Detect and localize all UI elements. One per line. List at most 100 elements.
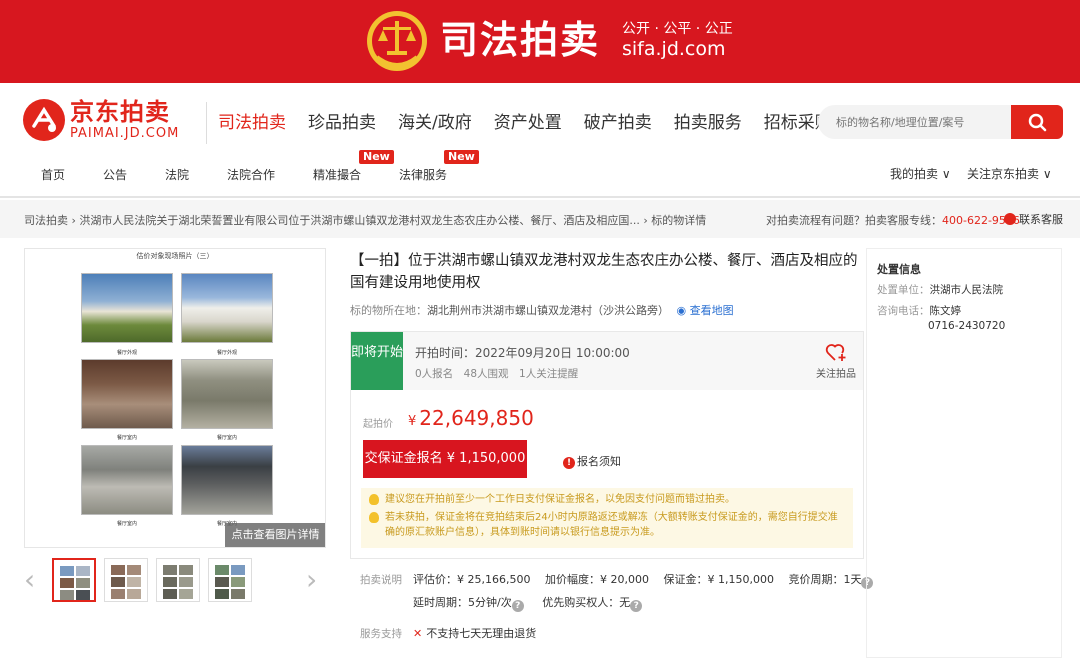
view-image-details-button[interactable]: 点击查看图片详情 <box>225 523 325 547</box>
disposal-unit-row: 处置单位：洪湖市人民法院 <box>877 282 1003 297</box>
disposal-info-title: 处置信息 <box>877 263 921 276</box>
evaluation-price: 评估价：¥ 25,166,500 <box>413 573 531 586</box>
nav-bankruptcy-auction[interactable]: 破产拍卖 <box>584 110 652 136</box>
warning-icon: ! <box>563 457 575 469</box>
thumbnail[interactable] <box>208 558 252 602</box>
help-icon[interactable]: ? <box>630 600 643 612</box>
item-location: 标的物所在地：湖北荆州市洪湖市螺山镇双龙港村（沙洪公路旁） ◉ 查看地图 <box>350 302 734 318</box>
bidding-cycle: 竞价周期：1天 <box>788 573 862 586</box>
my-auction-dropdown[interactable]: 我的拍卖 ∨ <box>890 165 951 182</box>
search-input[interactable] <box>818 105 1013 139</box>
hotline-info: 对拍卖流程有问题？拍卖客服专线：400-622-9586 <box>766 212 1020 228</box>
auction-details-label: 拍卖说明 <box>360 574 402 586</box>
deposit-amount: 保证金：¥ 1,150,000 <box>663 573 774 586</box>
phone-number-row: 0716-2430720 <box>928 320 1005 332</box>
phone-number: 0716-2430720 <box>928 320 1006 332</box>
site-photo <box>181 359 273 429</box>
thumbnail[interactable] <box>156 558 200 602</box>
status-badge: 即将开始 <box>351 332 403 390</box>
breadcrumb[interactable]: 司法拍卖 › 洪湖市人民法院关于湖北荣誓置业有限公司位于洪湖市螺山镇双龙港村双龙… <box>24 212 706 228</box>
phone-label: 咨询电话： <box>877 305 930 317</box>
site-photo <box>181 273 273 343</box>
bid-increment: 加价幅度：¥ 20,000 <box>544 573 649 586</box>
nav-customs-government[interactable]: 海关/政府 <box>398 110 472 136</box>
item-image-viewer[interactable]: 估价对象现场照片（三） 餐厅外观 餐厅外观 餐厅室内 餐厅室内 餐厅室内 餐厅室… <box>24 248 326 548</box>
map-pin-icon: ◉ <box>676 304 687 317</box>
cross-icon: ✕ <box>413 627 423 640</box>
lightbulb-icon <box>369 512 379 523</box>
photo-label: 餐厅室内 <box>216 435 237 441</box>
court-emblem-icon <box>367 11 427 71</box>
jd-auction-logo[interactable]: 京东拍卖 PAIMAI.JD.COM <box>22 98 202 146</box>
breadcrumb-bar: 司法拍卖 › 洪湖市人民法院关于湖北荣誓置业有限公司位于洪湖市螺山镇双龙港村双龙… <box>0 200 1080 238</box>
new-badge: New <box>359 150 394 164</box>
auction-stats: 0人报名 48人围观 1人关注提醒 <box>415 368 579 380</box>
site-photo <box>81 359 173 429</box>
view-map-label: 查看地图 <box>689 304 734 317</box>
start-time: 开拍时间：2022年09月20日 10:00:00 <box>415 346 630 360</box>
nav-treasure-auction[interactable]: 珍品拍卖 <box>308 110 376 136</box>
tips-box: 建议您在开拍前至少一个工作日支付保证金报名，以免因支付问题而错过拍卖。 若未获拍… <box>361 488 853 548</box>
auction-header <box>351 332 863 390</box>
starting-price-label: 起拍价 <box>363 419 393 430</box>
court-auction-banner: 司法拍卖 公开 · 公平 · 公正 sifa.jd.com <box>0 0 1080 83</box>
sub-nav: 首页 公告 法院 法院合作 精准撮合 New 法律服务 New 我的拍卖 ∨ 关… <box>0 150 1080 198</box>
contact-service-link[interactable]: 联系客服 <box>1004 211 1063 227</box>
follow-item-label: 关注拍品 <box>816 369 856 380</box>
lightbulb-icon <box>369 494 379 505</box>
follow-jd-auction-dropdown[interactable]: 关注京东拍卖 ∨ <box>967 165 1052 182</box>
location-value: 湖北荆州市洪湖市螺山镇双龙港村（沙洪公路旁） <box>427 304 669 317</box>
subnav-home[interactable]: 首页 <box>41 167 65 183</box>
logo-text-en: PAIMAI.JD.COM <box>70 126 180 141</box>
thumbnail-strip: ‹ › <box>24 556 326 608</box>
search-button[interactable] <box>1011 105 1063 139</box>
priority-buyer: 优先购买权人：无 <box>542 596 631 609</box>
jd-auction-logo-icon <box>23 99 65 141</box>
pay-deposit-register-button[interactable]: 交保证金报名 ¥ 1,150,000 <box>363 440 527 478</box>
service-support-label: 服务支持 <box>360 628 402 640</box>
view-map-link[interactable]: ◉ 查看地图 <box>677 304 734 317</box>
help-icon[interactable]: ? <box>511 600 524 612</box>
follow-item-button[interactable]: 关注拍品 <box>813 342 859 380</box>
starting-price: ¥22,649,850 <box>408 406 534 430</box>
registration-notice-link[interactable]: ! 报名须知 <box>563 453 621 469</box>
disposal-info-panel: 处置信息 处置单位：洪湖市人民法院 咨询电话：陈文婷 0716-2430720 <box>866 248 1062 658</box>
tip-text: 建议您在开拍前至少一个工作日支付保证金报名，以免因支付问题而错过拍卖。 <box>385 494 735 505</box>
disposal-unit-label: 处置单位： <box>877 284 930 296</box>
disposal-unit[interactable]: 洪湖市人民法院 <box>930 284 1004 296</box>
new-badge: New <box>444 150 479 164</box>
banner-title: 司法拍卖 <box>440 18 601 62</box>
hotline-question: 对拍卖流程有问题？拍卖客服专线： <box>766 214 942 227</box>
heart-plus-icon <box>825 344 846 361</box>
currency-symbol: ¥ <box>408 414 417 429</box>
banner-slogan: 公开 · 公平 · 公正 <box>622 21 733 37</box>
logo-text-cn: 京东拍卖 <box>70 98 170 126</box>
phone-row: 咨询电话：陈文婷 <box>877 303 961 318</box>
price-value: 22,649,850 <box>419 406 534 430</box>
photo-label: 餐厅室内 <box>116 521 137 527</box>
nav-auction-service[interactable]: 拍卖服务 <box>674 110 742 136</box>
banner-url: sifa.jd.com <box>622 38 726 60</box>
subnav-court-cooperation[interactable]: 法院合作 <box>227 167 275 183</box>
contact-service-label: 联系客服 <box>1019 213 1063 226</box>
gallery-caption: 估价对象现场照片（三） <box>136 252 214 260</box>
subnav-announcements[interactable]: 公告 <box>103 167 127 183</box>
header-divider <box>206 102 207 144</box>
location-label: 标的物所在地： <box>350 304 427 317</box>
subnav-legal-service[interactable]: 法律服务 <box>399 167 447 183</box>
service-support: ✕ 不支持七天无理由退货 <box>413 625 536 641</box>
subnav-precise-matching[interactable]: 精准撮合 <box>313 167 361 183</box>
thumbnail[interactable] <box>104 558 148 602</box>
service-support-text: 不支持七天无理由退货 <box>426 627 537 640</box>
site-photo <box>81 445 173 515</box>
chevron-left-icon[interactable]: ‹ <box>24 566 35 594</box>
tip-item: 若未获拍，保证金将在竞拍结束后24小时内原路返还或解冻（大额转账支付保证金的，需… <box>369 510 845 540</box>
item-title: 【一拍】位于洪湖市螺山镇双龙港村双龙生态农庄办公楼、餐厅、酒店及相应的国有建设用… <box>350 253 858 291</box>
tip-item: 建议您在开拍前至少一个工作日支付保证金报名，以免因支付问题而错过拍卖。 <box>369 492 845 507</box>
nav-asset-disposal[interactable]: 资产处置 <box>494 110 562 136</box>
photo-label: 餐厅室内 <box>116 435 137 441</box>
chevron-right-icon[interactable]: › <box>306 566 317 594</box>
subnav-courts[interactable]: 法院 <box>165 167 189 183</box>
thumbnail[interactable] <box>52 558 96 602</box>
nav-judicial-auction[interactable]: 司法拍卖 <box>218 110 286 136</box>
